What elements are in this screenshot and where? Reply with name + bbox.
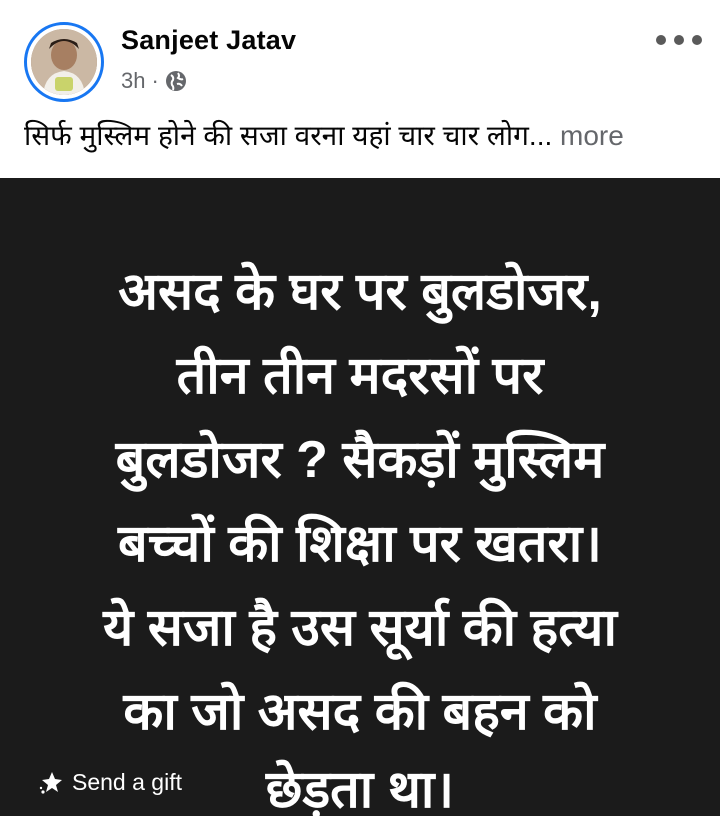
image-text-line: बच्चों की शिक्षा पर खतरा। (118, 515, 602, 573)
avatar-photo (31, 29, 97, 95)
avatar[interactable] (24, 22, 104, 102)
post-time[interactable]: 3h (121, 68, 145, 94)
see-more-link[interactable]: more (560, 120, 624, 151)
image-text-line: तीन तीन मदरसों पर (176, 347, 544, 405)
image-text-line: बुलडोजर ? सैकड़ों मुस्लिम (115, 431, 605, 489)
send-gift-label: Send a gift (72, 768, 182, 795)
image-text-line: असद के घर पर बुलडोजर, (118, 263, 602, 321)
post-text: सिर्फ मुस्लिम होने की सजा वरना यहां चार … (24, 116, 704, 156)
post-header: Sanjeet Jatav 3h · (0, 0, 720, 110)
more-options-dot (656, 35, 666, 45)
more-options-dot (674, 35, 684, 45)
more-options-icon[interactable] (656, 30, 702, 50)
globe-icon[interactable] (165, 70, 187, 92)
gift-icon (38, 768, 66, 796)
meta-separator: · (151, 68, 159, 93)
post-image[interactable]: असद के घर पर बुलडोजर, तीन तीन मदरसों पर … (0, 178, 720, 816)
more-options-dot (692, 35, 702, 45)
post-card: Sanjeet Jatav 3h · सिर्फ मुस्लिम होने की… (0, 0, 720, 816)
send-gift-button[interactable]: Send a gift (38, 768, 182, 796)
image-text-line: का जो असद की बहन को (123, 683, 597, 741)
post-meta: 3h · (121, 68, 187, 94)
image-text-line: ये सजा है उस सूर्या की हत्या (103, 599, 617, 657)
post-text-content: सिर्फ मुस्लिम होने की सजा वरना यहां चार … (24, 120, 553, 151)
author-name[interactable]: Sanjeet Jatav (121, 25, 296, 56)
